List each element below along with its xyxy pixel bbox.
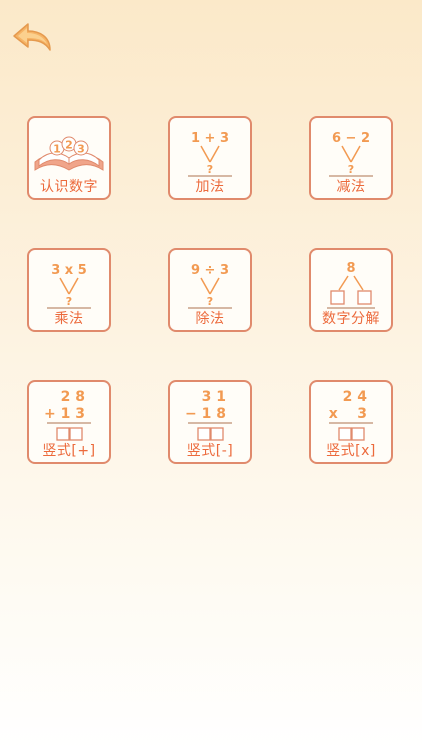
question-mark: ? (207, 295, 213, 308)
tile-label: 竖式[+] (42, 443, 96, 459)
tile-label: 认识数字 (40, 179, 98, 195)
tile-number-decomposition[interactable]: 8 数字分解 (309, 248, 393, 332)
line-1: 3 1 (202, 389, 226, 405)
tile-label: 除法 (195, 311, 225, 327)
line-1: 2 4 (343, 389, 368, 405)
tile-subtraction[interactable]: 6 − 2 ? 减法 (309, 116, 393, 200)
digit-2: 2 (65, 139, 73, 152)
question-mark: ? (207, 163, 213, 176)
line-2: x 3 (329, 406, 367, 422)
line-2: − 1 8 (185, 406, 226, 422)
tile-division[interactable]: 9 ÷ 3 ? 除法 (168, 248, 252, 332)
question-mark: ? (348, 163, 354, 176)
tile-label: 加法 (195, 179, 225, 195)
tile-label: 减法 (336, 179, 366, 195)
tile-multiplication[interactable]: 3 x 5 ? 乘法 (27, 248, 111, 332)
expression: 1 + 3 (191, 131, 229, 146)
top-number: 8 (346, 261, 355, 276)
expression: 6 − 2 (332, 131, 370, 146)
tile-label: 数字分解 (322, 311, 380, 327)
digit-1: 1 (53, 143, 61, 156)
expression: 9 ÷ 3 (191, 263, 229, 278)
tile-vertical-subtraction[interactable]: 3 1 − 1 8 竖式[-] (168, 380, 252, 464)
expression: 3 x 5 (51, 263, 87, 278)
line-2: + 1 3 (44, 406, 85, 422)
digit-3: 3 (77, 143, 85, 156)
tile-vertical-addition[interactable]: 2 8 + 1 3 竖式[+] (27, 380, 111, 464)
back-arrow-icon (13, 23, 51, 51)
tile-label: 乘法 (54, 311, 84, 327)
tile-recognize-numbers[interactable]: 1 2 3 认识数字 (27, 116, 111, 200)
back-button[interactable] (10, 20, 54, 56)
tile-vertical-multiplication[interactable]: 2 4 x 3 竖式[x] (309, 380, 393, 464)
tile-label: 竖式[x] (326, 443, 376, 459)
tile-label: 竖式[-] (186, 443, 234, 459)
tile-addition[interactable]: 1 + 3 ? 加法 (168, 116, 252, 200)
question-mark: ? (66, 295, 72, 308)
line-1: 2 8 (61, 389, 85, 405)
